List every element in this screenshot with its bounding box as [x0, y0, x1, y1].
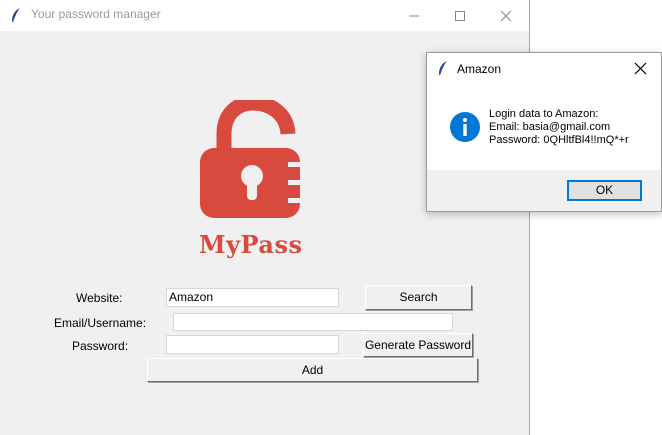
dialog-titlebar[interactable]: Amazon	[427, 53, 661, 84]
close-button[interactable]	[483, 0, 529, 31]
dialog-message-line: Password: 0QHltfBl4!!mQ*+r	[489, 134, 629, 146]
search-button[interactable]: Search	[365, 285, 472, 310]
maximize-icon	[455, 11, 465, 21]
maximize-button[interactable]	[437, 0, 483, 31]
window-title: Your password manager	[31, 7, 161, 21]
email-label: Email/Username:	[54, 316, 147, 330]
ok-button[interactable]: OK	[567, 180, 642, 201]
main-titlebar[interactable]: Your password manager	[0, 0, 529, 31]
website-label: Website:	[76, 291, 123, 305]
generate-password-button[interactable]: Generate Password	[363, 333, 473, 357]
website-input[interactable]: Amazon	[166, 288, 339, 307]
info-icon	[450, 112, 480, 142]
password-label: Password:	[72, 339, 129, 353]
dialog-close-button[interactable]	[621, 53, 661, 84]
logo-text: MyPass	[199, 230, 303, 259]
feather-icon	[12, 7, 21, 24]
close-icon	[634, 62, 647, 75]
dialog-footer: OK	[427, 170, 661, 211]
password-input[interactable]	[166, 335, 339, 354]
minimize-button[interactable]	[391, 0, 437, 31]
add-button[interactable]: Add	[147, 358, 478, 382]
dialog-message: Login data to Amazon: Email: basia@gmail…	[489, 108, 629, 147]
dialog-message-line: Email: basia@gmail.com	[489, 121, 611, 133]
email-input[interactable]	[173, 313, 453, 331]
dialog-title: Amazon	[457, 62, 502, 76]
close-icon	[500, 10, 512, 22]
minimize-icon	[409, 15, 419, 17]
feather-icon	[439, 60, 448, 77]
dialog-message-line: Login data to Amazon:	[489, 108, 599, 120]
info-dialog: Amazon Login data to Amazon: Email: basi…	[426, 52, 662, 212]
